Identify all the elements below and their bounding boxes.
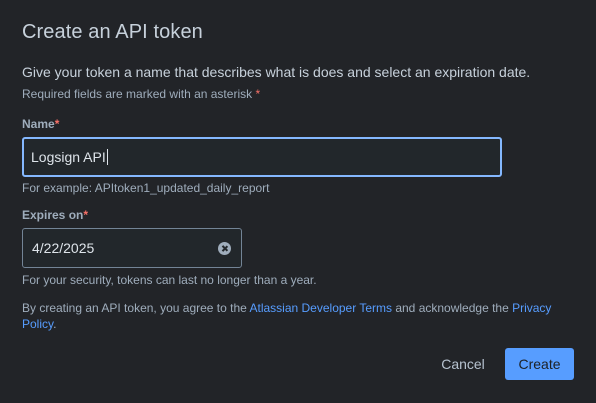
clear-icon[interactable] xyxy=(218,242,231,255)
required-fields-note: Required fields are marked with an aster… xyxy=(22,87,260,101)
name-value-text: Logsign API xyxy=(31,149,106,165)
text-caret xyxy=(106,149,108,165)
expires-label-text: Expires on xyxy=(22,208,84,222)
name-required-asterisk: * xyxy=(54,117,60,131)
developer-terms-link[interactable]: Atlassian Developer Terms xyxy=(249,301,392,315)
name-helper-text: For example: APItoken1_updated_daily_rep… xyxy=(22,181,270,195)
terms-middle: and acknowledge the xyxy=(392,301,513,315)
create-button[interactable]: Create xyxy=(505,348,574,380)
name-label: Name* xyxy=(22,117,59,131)
terms-notice: By creating an API token, you agree to t… xyxy=(22,300,562,332)
expiration-date-value: 4/22/2025 xyxy=(32,240,95,256)
name-label-text: Name xyxy=(22,117,55,131)
expires-required-asterisk: * xyxy=(83,208,89,222)
dialog-title: Create an API token xyxy=(22,21,203,43)
terms-suffix: . xyxy=(53,317,57,331)
name-input-value: Logsign API xyxy=(31,149,108,165)
required-note-text: Required fields are marked with an aster… xyxy=(22,87,253,101)
create-api-token-dialog: Create an API token Give your token a na… xyxy=(0,0,596,403)
expires-label: Expires on* xyxy=(22,208,88,222)
cancel-button[interactable]: Cancel xyxy=(430,348,496,380)
expires-helper-text: For your security, tokens can last no lo… xyxy=(22,273,317,287)
terms-prefix: By creating an API token, you agree to t… xyxy=(22,301,250,315)
required-asterisk: * xyxy=(255,87,261,101)
dialog-description: Give your token a name that describes wh… xyxy=(22,64,531,80)
expiration-date-picker[interactable]: 4/22/2025 xyxy=(22,228,242,268)
